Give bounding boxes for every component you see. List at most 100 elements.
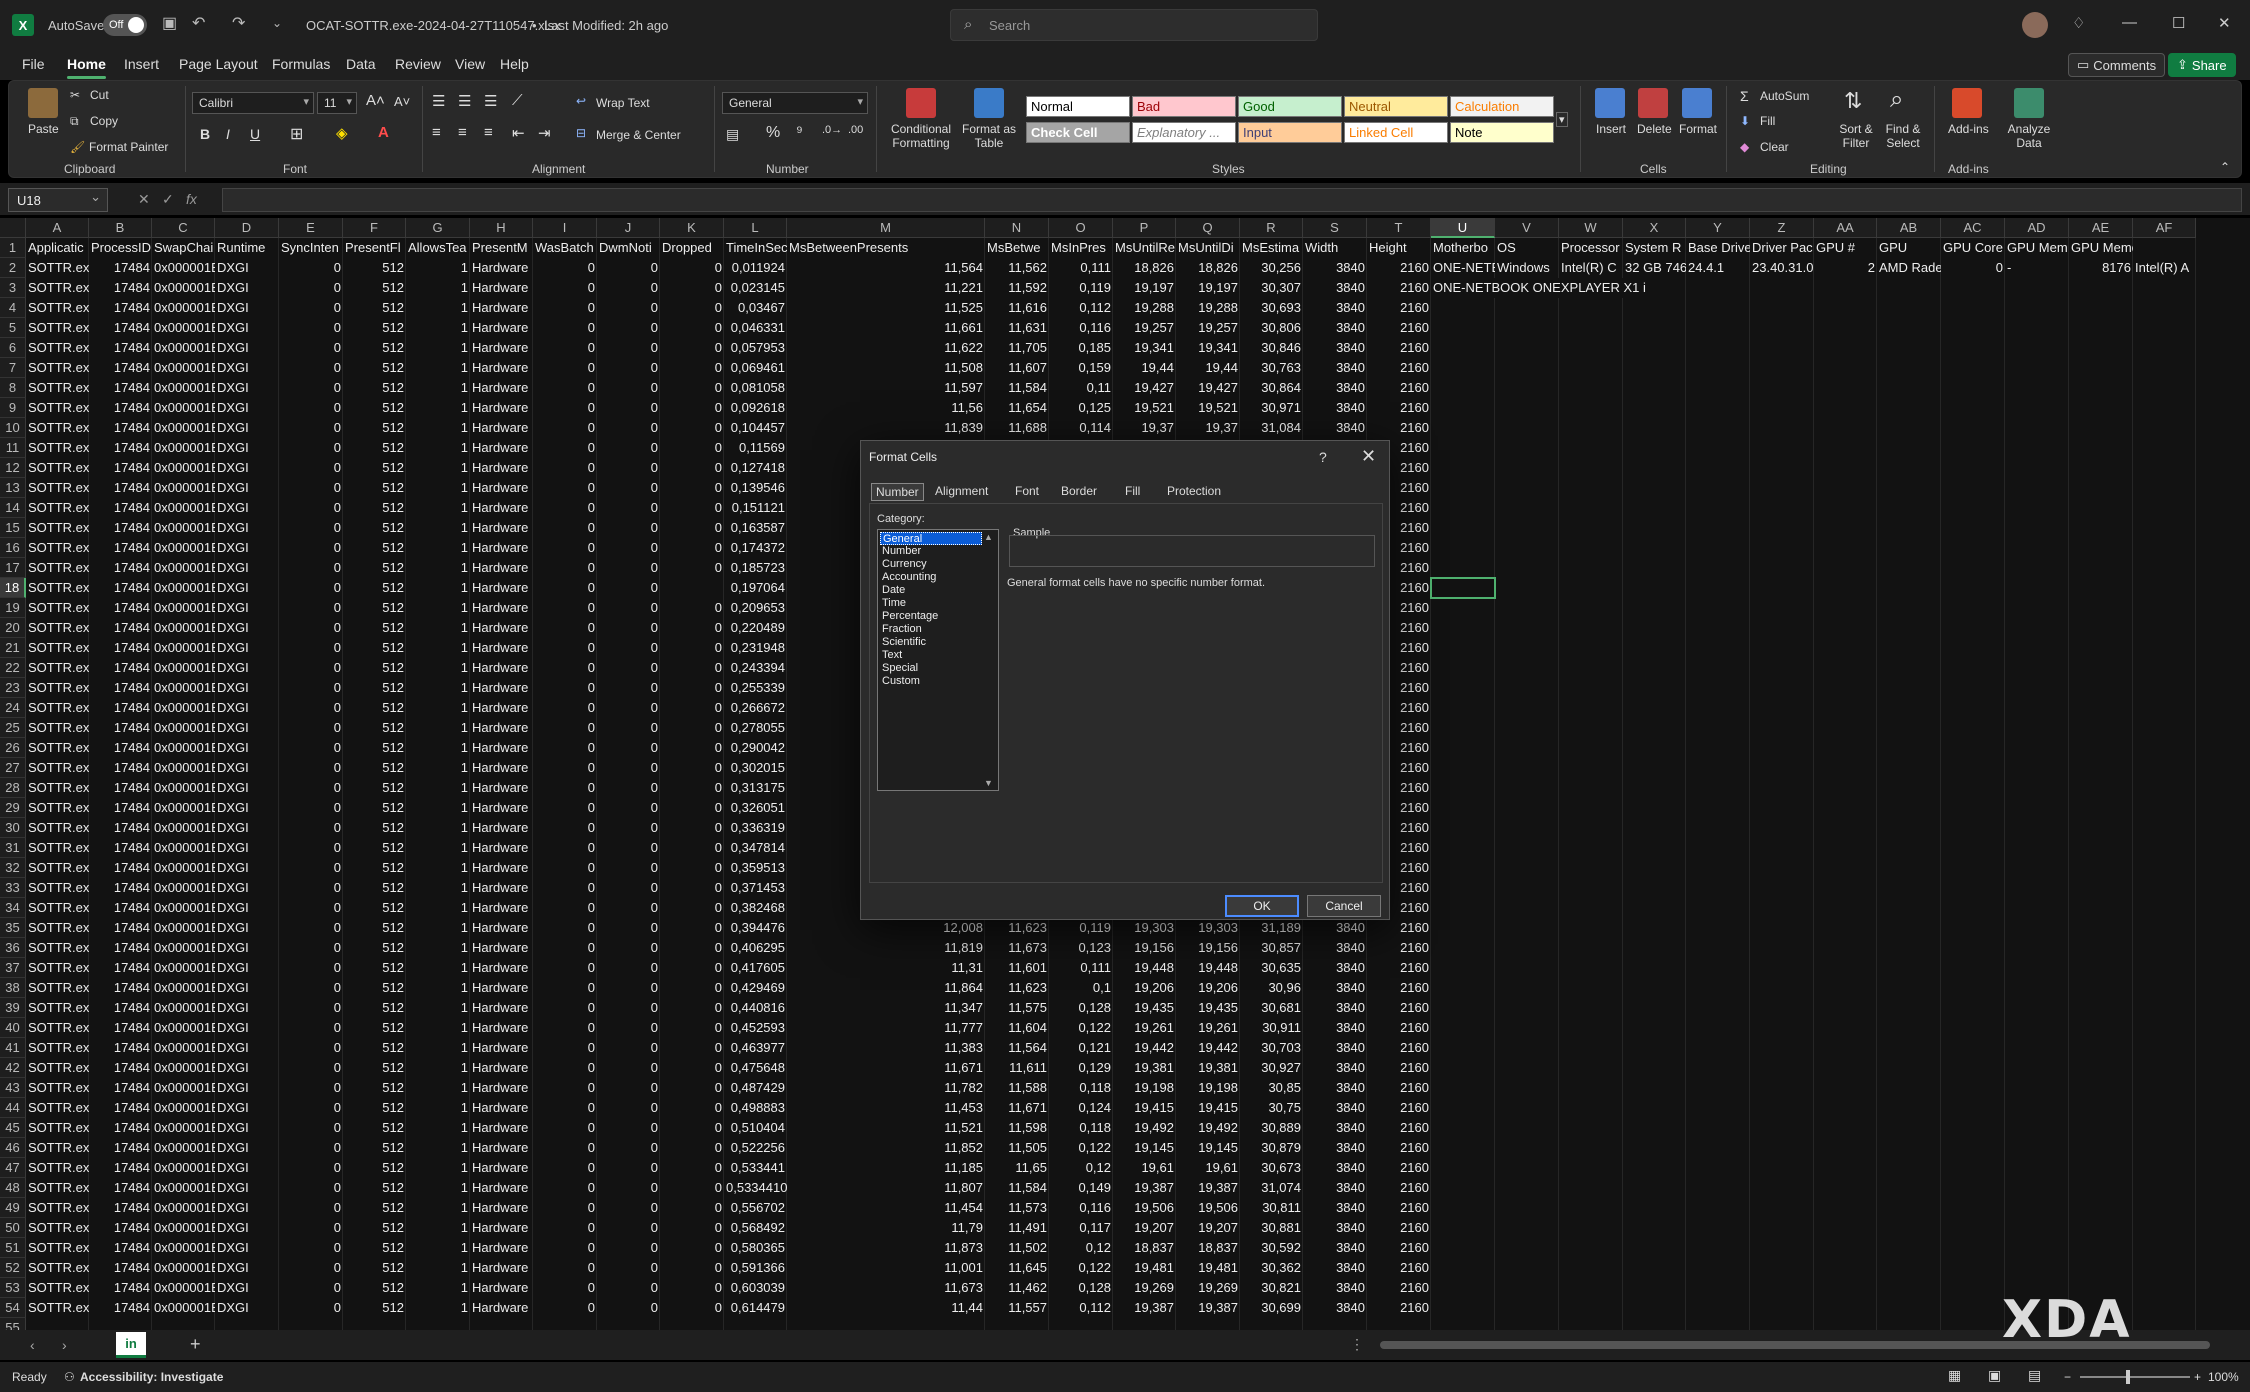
cell[interactable]: 17484 <box>89 918 152 938</box>
decrease-decimal-icon[interactable]: .00 <box>848 124 863 136</box>
merge-center-button[interactable]: Merge & Center <box>596 128 681 142</box>
align-right-icon[interactable]: ≡ <box>484 124 493 141</box>
cell[interactable]: Intel(R) C <box>1559 258 1623 278</box>
cell[interactable]: 17484 <box>89 1298 152 1318</box>
cell[interactable]: 0 <box>533 798 597 818</box>
cell[interactable]: 0 <box>533 958 597 978</box>
cell[interactable]: 17484 <box>89 538 152 558</box>
cell[interactable]: 11,575 <box>985 998 1049 1018</box>
copy-button[interactable]: Copy <box>90 114 118 128</box>
cell[interactable]: 0 <box>597 618 660 638</box>
cell[interactable]: 0 <box>597 498 660 518</box>
cell[interactable]: 0 <box>279 378 343 398</box>
row-header[interactable]: 33 <box>0 878 26 898</box>
cell[interactable]: 17484 <box>89 618 152 638</box>
cell[interactable]: 30,592 <box>1240 1238 1303 1258</box>
cell[interactable]: 11,654 <box>985 398 1049 418</box>
cell[interactable]: 0 <box>279 918 343 938</box>
cell[interactable]: 17484 <box>89 558 152 578</box>
cell[interactable]: SOTTR.exe <box>26 678 89 698</box>
column-header[interactable]: R <box>1240 218 1303 238</box>
cell[interactable]: SOTTR.exe <box>26 698 89 718</box>
cell[interactable]: 0 <box>660 758 724 778</box>
cell[interactable]: 11,347 <box>787 998 985 1018</box>
cell[interactable]: SOTTR.exe <box>26 798 89 818</box>
column-header[interactable]: O <box>1049 218 1113 238</box>
cell[interactable]: 19,381 <box>1113 1058 1176 1078</box>
cell[interactable]: DXGI <box>215 638 279 658</box>
cell[interactable]: 0 <box>533 778 597 798</box>
cell[interactable]: 17484 <box>89 1158 152 1178</box>
category-item[interactable]: Text <box>880 649 982 662</box>
cell[interactable]: 0 <box>533 1078 597 1098</box>
row-header[interactable]: 11 <box>0 438 26 458</box>
cell[interactable]: 0 <box>533 418 597 438</box>
cell[interactable]: Hardware <box>470 618 533 638</box>
cell[interactable]: AllowsTea <box>406 238 470 258</box>
row-header[interactable]: 49 <box>0 1198 26 1218</box>
insert-cells-icon[interactable] <box>1595 88 1625 118</box>
cell[interactable]: 3840 <box>1303 298 1367 318</box>
row-header[interactable]: 53 <box>0 1278 26 1298</box>
comma-icon[interactable]: ⁹ <box>796 124 803 142</box>
cell[interactable]: 0 <box>660 638 724 658</box>
row-header[interactable]: 26 <box>0 738 26 758</box>
cell[interactable]: DXGI <box>215 1278 279 1298</box>
cell[interactable]: 0,046331 <box>724 318 787 338</box>
cell[interactable]: Height <box>1367 238 1431 258</box>
prev-sheet-icon[interactable]: ‹ <box>30 1337 35 1353</box>
cell[interactable]: 0 <box>279 558 343 578</box>
cell[interactable]: 3840 <box>1303 278 1367 298</box>
row-header[interactable]: 43 <box>0 1078 26 1098</box>
cell[interactable]: 0 <box>533 558 597 578</box>
cell[interactable]: 0 <box>597 718 660 738</box>
cell[interactable]: SOTTR.exe <box>26 1058 89 1078</box>
cell[interactable]: DXGI <box>215 358 279 378</box>
cell[interactable]: 0 <box>279 1118 343 1138</box>
cell[interactable]: 1 <box>406 918 470 938</box>
cell[interactable]: 19,387 <box>1113 1298 1176 1318</box>
cell[interactable]: SOTTR.exe <box>26 1198 89 1218</box>
cell[interactable]: 512 <box>343 858 406 878</box>
cell[interactable]: Hardware <box>470 958 533 978</box>
cell[interactable]: Motherbo <box>1431 238 1495 258</box>
cell[interactable]: 0x000001E <box>152 1018 215 1038</box>
zoom-out-icon[interactable]: − <box>2064 1370 2071 1384</box>
cell[interactable]: 0,359513 <box>724 858 787 878</box>
cell[interactable]: 11,453 <box>787 1098 985 1118</box>
cell[interactable]: 17484 <box>89 758 152 778</box>
cell[interactable]: 30,693 <box>1240 298 1303 318</box>
cell[interactable]: 512 <box>343 258 406 278</box>
cell[interactable]: 30,846 <box>1240 338 1303 358</box>
align-top-icon[interactable]: ☰ <box>432 92 445 110</box>
cell[interactable]: 3840 <box>1303 958 1367 978</box>
cell[interactable]: 0 <box>660 518 724 538</box>
cell[interactable]: 0x000001E <box>152 618 215 638</box>
cell[interactable]: 0x000001E <box>152 1118 215 1138</box>
cell[interactable]: Hardware <box>470 498 533 518</box>
cell[interactable]: 0x000001E <box>152 838 215 858</box>
cell[interactable]: 17484 <box>89 378 152 398</box>
cell[interactable]: Hardware <box>470 738 533 758</box>
cell[interactable]: 0,591366 <box>724 1258 787 1278</box>
cell[interactable]: Hardware <box>470 1098 533 1118</box>
cell[interactable]: 30,85 <box>1240 1078 1303 1098</box>
cell[interactable]: 0 <box>279 818 343 838</box>
cut-icon[interactable]: ✂ <box>70 88 80 102</box>
cell[interactable]: 18,826 <box>1113 258 1176 278</box>
cell[interactable]: 512 <box>343 938 406 958</box>
cell[interactable]: 0 <box>597 418 660 438</box>
cell[interactable]: 0 <box>279 1238 343 1258</box>
dialog-tab-protection[interactable]: Protection <box>1163 483 1225 499</box>
italic-icon[interactable]: I <box>226 126 230 142</box>
cell[interactable]: 19,261 <box>1176 1018 1240 1038</box>
cell[interactable]: 2160 <box>1367 1278 1431 1298</box>
cell[interactable]: Hardware <box>470 1238 533 1258</box>
cell[interactable]: SOTTR.exe <box>26 1018 89 1038</box>
row-header[interactable]: 12 <box>0 458 26 478</box>
cell[interactable]: 0 <box>533 978 597 998</box>
cell[interactable]: 17484 <box>89 798 152 818</box>
cell[interactable]: 2160 <box>1367 918 1431 938</box>
cell[interactable]: 0 <box>279 598 343 618</box>
cell[interactable]: 11,525 <box>787 298 985 318</box>
